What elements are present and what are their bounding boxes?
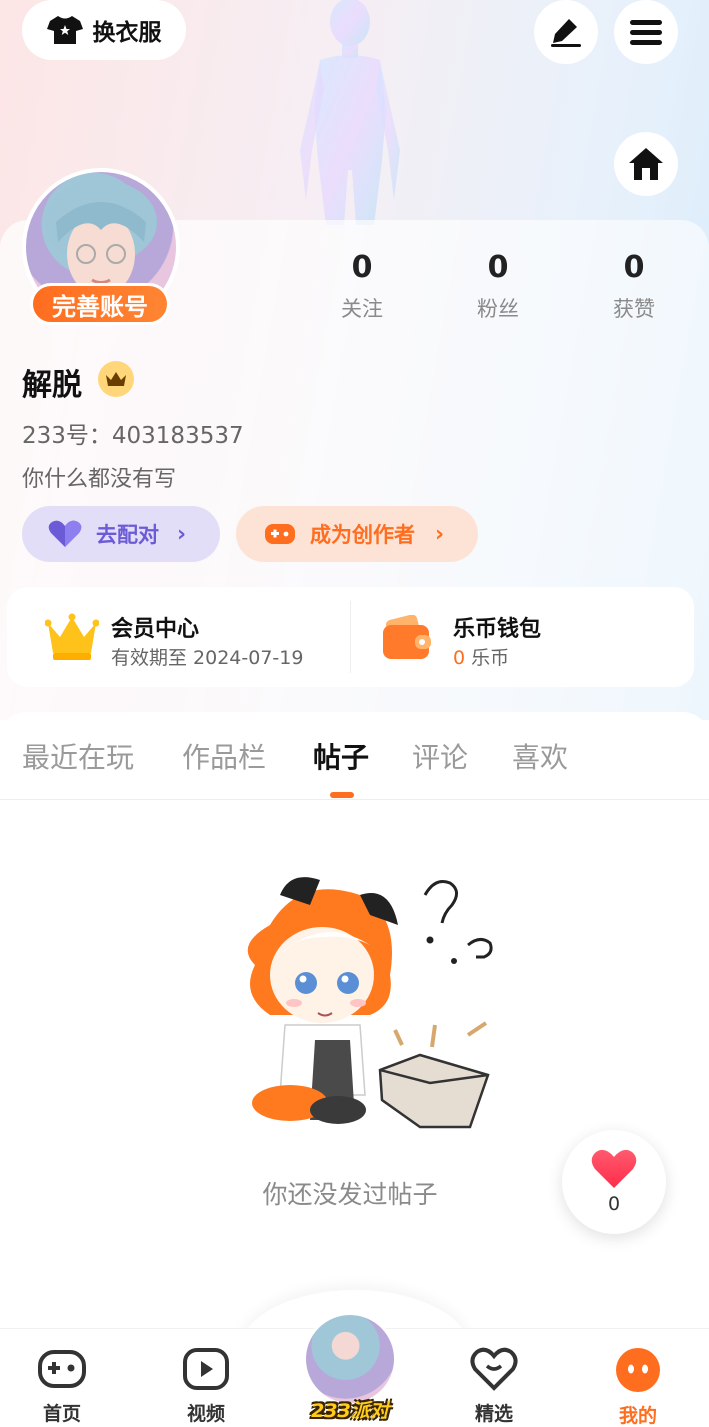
party-logo[interactable]: 233派对 — [300, 1396, 400, 1423]
floating-like-button[interactable]: 0 — [562, 1130, 666, 1234]
nav-video-label: 视频 — [186, 1403, 225, 1425]
center-party-avatar[interactable] — [303, 1312, 397, 1406]
gamepad-icon — [265, 524, 295, 544]
following-count: 0 — [351, 250, 373, 285]
stat-following[interactable]: 0 关注 — [312, 250, 412, 323]
crown-icon — [45, 613, 99, 660]
membership-wallet-card: 会员中心 有效期至 2024-07-19 乐币钱包 0 乐币 — [7, 587, 694, 687]
heart-icon — [48, 520, 82, 547]
likes-count: 0 — [623, 250, 645, 285]
gamepad-icon — [38, 1350, 86, 1388]
nav-video[interactable]: 视频 — [166, 1347, 246, 1426]
likes-label: 获赞 — [613, 297, 655, 321]
nav-mine-label: 我的 — [618, 1405, 657, 1427]
wallet-icon — [383, 615, 431, 659]
wallet-entry[interactable]: 乐币钱包 0 乐币 — [351, 587, 694, 687]
hamburger-icon — [630, 20, 662, 45]
heart-icon — [591, 1149, 637, 1188]
wallet-unit: 乐币 — [471, 647, 510, 669]
tab-works[interactable]: 作品栏 — [182, 736, 266, 776]
vip-crown-badge[interactable] — [98, 361, 134, 397]
wallet-title: 乐币钱包 — [453, 617, 542, 642]
home-button[interactable] — [614, 132, 678, 196]
complete-account-button[interactable]: 完善账号 — [30, 283, 170, 325]
bio-text: 你什么都没有写 — [22, 467, 177, 492]
tab-comments[interactable]: 评论 — [412, 736, 468, 776]
change-outfit-label: 换衣服 — [92, 20, 162, 46]
menu-button[interactable] — [614, 0, 678, 64]
edit-profile-button[interactable] — [534, 0, 598, 64]
active-tab-indicator — [330, 792, 354, 798]
following-label: 关注 — [341, 297, 383, 321]
pen-icon — [551, 19, 581, 47]
empty-state-illustration — [247, 877, 493, 1129]
match-button[interactable]: 去配对 › — [22, 506, 220, 562]
nav-featured-label: 精选 — [474, 1403, 513, 1425]
username: 解脱 — [22, 368, 82, 403]
match-label: 去配对 — [96, 523, 159, 547]
creator-label: 成为创作者 — [310, 523, 415, 547]
member-expiry: 有效期至 2024-07-19 — [111, 647, 304, 669]
wallet-balance: 0 乐币 — [453, 643, 509, 670]
crown-icon — [106, 372, 126, 386]
tab-posts[interactable]: 帖子 — [313, 736, 369, 776]
face-icon — [616, 1348, 660, 1392]
nav-featured[interactable]: 精选 — [454, 1347, 534, 1426]
fans-label: 粉丝 — [477, 297, 519, 321]
heart-chat-icon — [470, 1347, 518, 1391]
play-icon — [183, 1348, 229, 1390]
tshirt-icon — [46, 16, 83, 44]
stat-fans[interactable]: 0 粉丝 — [448, 250, 548, 323]
content-tabs: 最近在玩 作品栏 帖子 评论 喜欢 — [0, 712, 709, 800]
chevron-right-icon: › — [435, 521, 445, 547]
chevron-right-icon: › — [177, 521, 187, 547]
member-center-title: 会员中心 — [111, 617, 200, 642]
stat-likes[interactable]: 0 获赞 — [584, 250, 684, 323]
nav-mine[interactable]: 我的 — [598, 1347, 678, 1427]
become-creator-button[interactable]: 成为创作者 › — [236, 506, 478, 562]
home-icon — [629, 148, 663, 180]
wallet-amount: 0 — [453, 647, 466, 669]
user-id: 233号：403183537 — [22, 423, 244, 449]
fans-count: 0 — [487, 250, 509, 285]
member-center-entry[interactable]: 会员中心 有效期至 2024-07-19 — [7, 587, 350, 687]
tab-recently-played[interactable]: 最近在玩 — [22, 736, 134, 776]
change-outfit-button[interactable]: 换衣服 — [22, 0, 186, 60]
tab-likes[interactable]: 喜欢 — [512, 736, 568, 776]
nav-home-label: 首页 — [42, 1403, 81, 1425]
avatar-figure-image[interactable] — [290, 0, 410, 225]
nav-home[interactable]: 首页 — [22, 1347, 102, 1426]
like-count: 0 — [607, 1193, 621, 1215]
